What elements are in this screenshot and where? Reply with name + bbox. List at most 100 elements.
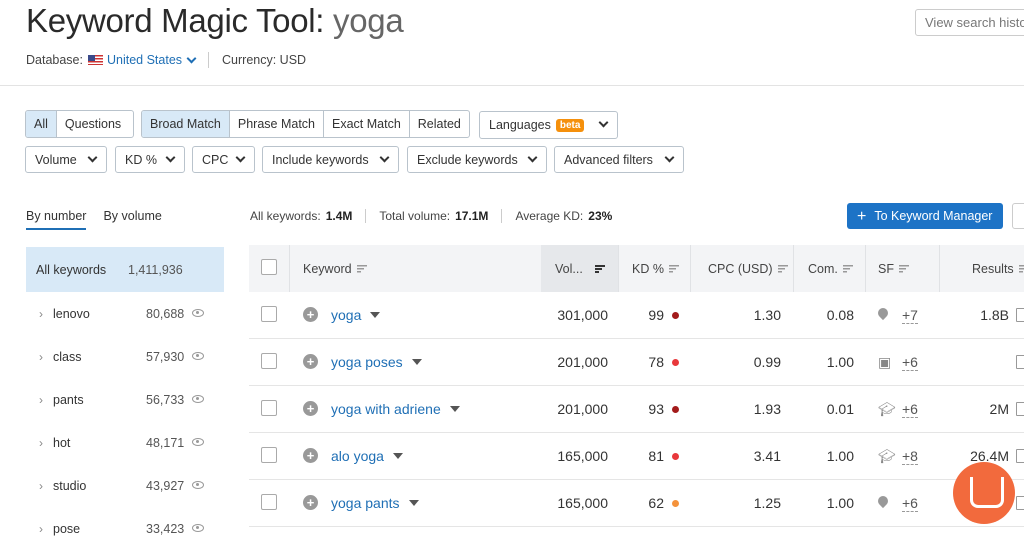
results-value: 2M (989, 401, 1009, 417)
add-to-list-icon[interactable]: + (303, 448, 318, 463)
serp-document-icon[interactable] (1016, 496, 1024, 510)
database-select[interactable]: United States (107, 53, 182, 67)
keyword-cell: yoga poses (331, 354, 422, 370)
map-pin-icon[interactable] (875, 305, 892, 323)
chevron-right-icon[interactable]: › (39, 307, 43, 321)
exclude-keywords-dropdown[interactable]: Exclude keywords (407, 146, 547, 173)
sf-more-link[interactable]: +7 (902, 307, 918, 324)
phrase-match-button[interactable]: Phrase Match (230, 111, 324, 137)
to-keyword-manager-button[interactable]: + To Keyword Manager (847, 203, 1003, 229)
all-keywords-label: All keywords: (250, 209, 321, 223)
column-header-kd[interactable]: KD % (632, 262, 679, 276)
add-to-list-icon[interactable]: + (303, 495, 318, 510)
serp-document-icon[interactable] (1016, 449, 1024, 463)
sf-cell: +6 (902, 401, 918, 418)
column-header-volume[interactable]: Vol... (555, 262, 605, 276)
caret-down-icon[interactable] (408, 500, 419, 506)
chevron-right-icon[interactable]: › (39, 522, 43, 536)
add-to-list-icon[interactable]: + (303, 307, 318, 322)
row-checkbox[interactable] (261, 494, 277, 510)
keyword-link[interactable]: yoga poses (331, 354, 403, 370)
column-header-results[interactable]: Results (972, 262, 1024, 276)
caret-down-icon[interactable] (392, 453, 403, 459)
chevron-down-icon[interactable] (186, 53, 197, 63)
add-to-list-icon[interactable]: + (303, 354, 318, 369)
caret-down-icon[interactable] (449, 406, 460, 412)
sidebar-item-pants[interactable]: › pants 56,733 (26, 378, 224, 421)
cpc-cell: 3.41 (753, 448, 781, 464)
sidebar-item-all-keywords[interactable]: All keywords 1,411,936 (26, 247, 224, 292)
exact-match-button[interactable]: Exact Match (324, 111, 410, 137)
volume-filter-dropdown[interactable]: Volume (25, 146, 107, 173)
keywords-table: Keyword Vol... KD % CPC (USD) Com. SF Re… (249, 245, 1024, 527)
add-to-list-icon[interactable]: + (303, 401, 318, 416)
row-checkbox[interactable] (261, 306, 277, 322)
sidebar-item-hot[interactable]: › hot 48,171 (26, 421, 224, 464)
sidebar-item-class[interactable]: › class 57,930 (26, 335, 224, 378)
image-pack-icon[interactable]: ▣ (878, 354, 892, 370)
sidebar-item-label: class (53, 349, 82, 364)
advanced-filters-dropdown[interactable]: Advanced filters (554, 146, 684, 173)
chevron-right-icon[interactable]: › (39, 479, 43, 493)
graduation-cap-icon[interactable]: 🎓︎ (878, 401, 896, 417)
tab-by-volume[interactable]: By volume (103, 209, 161, 230)
sf-more-link[interactable]: +6 (902, 495, 918, 512)
column-header-competition[interactable]: Com. (808, 262, 853, 276)
divider (618, 245, 619, 292)
sf-cell: +8 (902, 448, 918, 465)
column-header-keyword[interactable]: Keyword (303, 262, 367, 276)
row-checkbox[interactable] (261, 400, 277, 416)
title-prefix: Keyword Magic Tool: (26, 2, 325, 39)
sf-more-link[interactable]: +8 (902, 448, 918, 465)
related-button[interactable]: Related (410, 111, 469, 137)
include-keywords-dropdown[interactable]: Include keywords (262, 146, 399, 173)
column-header-cpc[interactable]: CPC (USD) (708, 262, 788, 276)
keyword-link[interactable]: yoga pants (331, 495, 400, 511)
map-pin-icon[interactable] (875, 493, 892, 511)
cpc-cell: 0.99 (753, 354, 781, 370)
eye-icon[interactable] (192, 309, 204, 317)
kd-filter-dropdown[interactable]: KD % (115, 146, 185, 173)
question-filter-group: All Questions (25, 110, 134, 138)
serp-document-icon[interactable] (1016, 308, 1024, 322)
keyword-link[interactable]: alo yoga (331, 448, 384, 464)
column-header-label: Results (972, 262, 1014, 276)
cpc-filter-dropdown[interactable]: CPC (192, 146, 255, 173)
graduation-cap-icon[interactable]: 🎓︎ (878, 448, 896, 464)
eye-icon[interactable] (192, 481, 204, 489)
select-all-checkbox[interactable] (261, 259, 277, 275)
broad-match-button[interactable]: Broad Match (142, 111, 230, 137)
languages-dropdown[interactable]: Languages beta (479, 111, 618, 139)
keyword-link[interactable]: yoga with adriene (331, 401, 441, 417)
column-header-sf[interactable]: SF (878, 262, 909, 276)
eye-icon[interactable] (192, 352, 204, 360)
column-header-label: Keyword (303, 262, 352, 276)
caret-down-icon[interactable] (370, 312, 381, 318)
us-flag-icon (87, 55, 103, 65)
export-button[interactable] (1012, 203, 1024, 229)
sidebar-item-pose[interactable]: › pose 33,423 (26, 507, 224, 550)
row-checkbox[interactable] (261, 353, 277, 369)
chevron-right-icon[interactable]: › (39, 393, 43, 407)
kd-cell: 81 (619, 448, 679, 464)
sf-more-link[interactable]: +6 (902, 354, 918, 371)
all-keywords-value: 1.4M (325, 209, 353, 223)
row-checkbox[interactable] (261, 447, 277, 463)
sidebar-item-studio[interactable]: › studio 43,927 (26, 464, 224, 507)
tab-by-number[interactable]: By number (26, 209, 87, 230)
keyword-link[interactable]: yoga (331, 307, 361, 323)
eye-icon[interactable] (192, 438, 204, 446)
chat-launcher-button[interactable] (953, 462, 1015, 524)
eye-icon[interactable] (192, 524, 204, 532)
sf-more-link[interactable]: +6 (902, 401, 918, 418)
sidebar-item-lenovo[interactable]: › lenovo 80,688 (26, 292, 224, 335)
serp-document-icon[interactable] (1016, 402, 1024, 416)
eye-icon[interactable] (192, 395, 204, 403)
caret-down-icon[interactable] (411, 359, 422, 365)
chevron-right-icon[interactable]: › (39, 436, 43, 450)
view-search-history-button[interactable]: View search history (915, 9, 1024, 36)
all-button[interactable]: All (26, 111, 57, 137)
serp-document-icon[interactable] (1016, 355, 1024, 369)
questions-button[interactable]: Questions (57, 111, 129, 137)
chevron-right-icon[interactable]: › (39, 350, 43, 364)
